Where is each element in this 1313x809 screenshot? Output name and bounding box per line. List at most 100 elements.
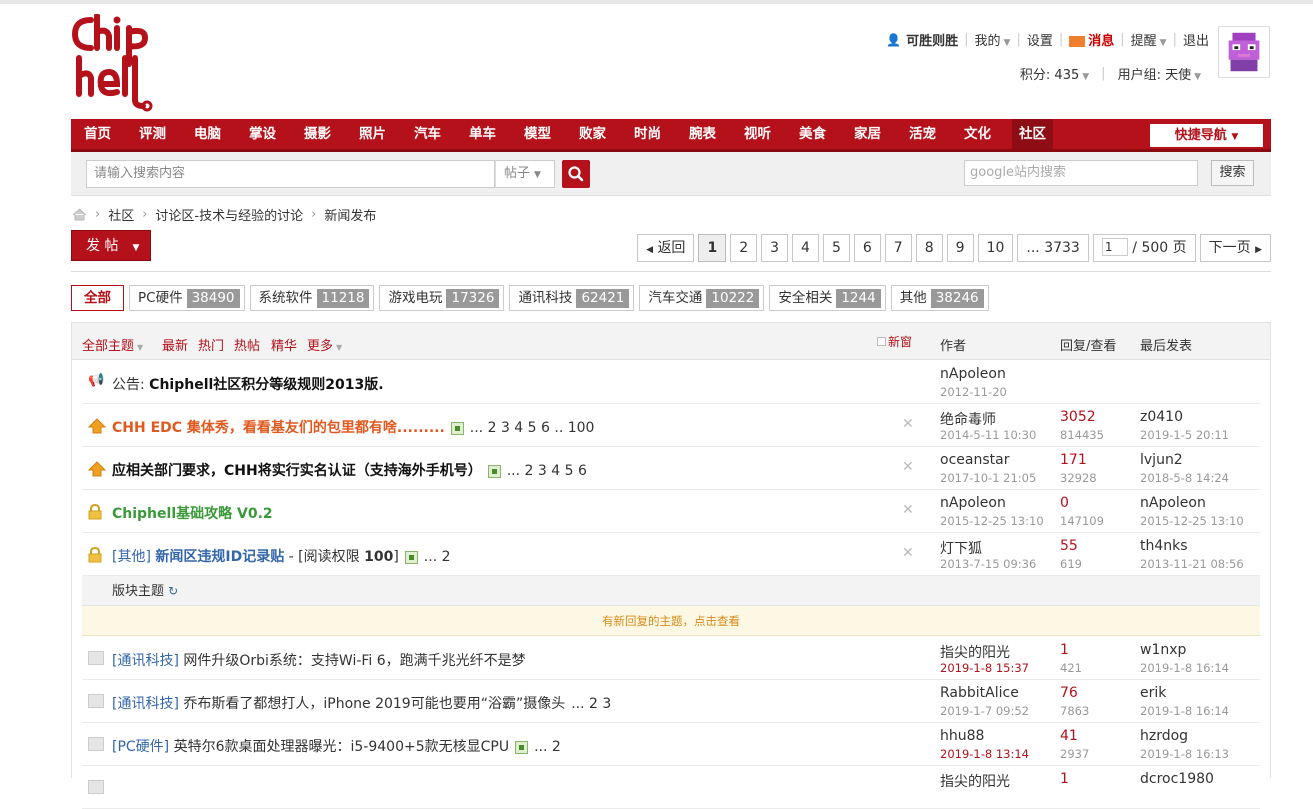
- breadcrumb-community[interactable]: 社区: [108, 205, 134, 224]
- google-search-button[interactable]: 搜索: [1211, 160, 1254, 186]
- category-tab[interactable]: 通讯科技 62421: [509, 285, 635, 311]
- nav-item[interactable]: 评测: [132, 119, 173, 149]
- thread-author[interactable]: 灯下狐: [940, 538, 982, 558]
- thread-author[interactable]: 指尖的阳光: [940, 771, 1010, 791]
- google-search-input[interactable]: google站内搜索: [964, 160, 1198, 186]
- filter-more[interactable]: 更多 ▼: [307, 335, 342, 354]
- thread-author[interactable]: RabbitAlice: [940, 685, 1019, 701]
- chiphell-logo[interactable]: [71, 14, 155, 112]
- nav-item[interactable]: 模型: [517, 119, 558, 149]
- next-page-button[interactable]: 下一页 ▶: [1199, 234, 1271, 262]
- my-menu[interactable]: 我的 ▼: [975, 30, 1011, 49]
- category-tab[interactable]: 汽车交通 10222: [639, 285, 765, 311]
- nav-item[interactable]: 时尚: [627, 119, 668, 149]
- thread-pages[interactable]: ... 2 3 4 5 6: [507, 463, 587, 479]
- thread-author[interactable]: oceanstar: [940, 452, 1009, 468]
- thread-title[interactable]: 新闻区违规ID记录贴: [155, 549, 284, 565]
- category-tab[interactable]: 全部: [71, 285, 124, 311]
- filter-all-topics[interactable]: 全部主题 ▼: [82, 335, 143, 354]
- filter-hotpost[interactable]: 热帖: [234, 335, 260, 354]
- logout-link[interactable]: 退出: [1183, 30, 1209, 49]
- thread-replies[interactable]: 3052: [1060, 409, 1096, 425]
- nav-item[interactable]: 文化: [957, 119, 998, 149]
- thread-replies[interactable]: 55: [1060, 538, 1078, 554]
- close-icon[interactable]: ✕: [902, 416, 914, 432]
- breadcrumb-news[interactable]: 新闻发布: [324, 205, 376, 224]
- page-input[interactable]: 1: [1101, 237, 1128, 256]
- category-tab[interactable]: PC硬件 38490: [129, 285, 245, 311]
- search-button[interactable]: [562, 160, 590, 188]
- checkbox[interactable]: [877, 337, 886, 346]
- settings-link[interactable]: 设置: [1027, 30, 1053, 49]
- thread-tag[interactable]: [通讯科技]: [112, 696, 183, 712]
- thread-replies[interactable]: 1: [1060, 642, 1069, 658]
- thread-pages[interactable]: ... 2 3: [571, 696, 611, 712]
- page-link[interactable]: 4: [792, 234, 819, 262]
- thread-replies[interactable]: 41: [1060, 728, 1078, 744]
- breadcrumb-discussion[interactable]: 讨论区-技术与经验的讨论: [155, 205, 303, 224]
- page-link[interactable]: 10: [977, 234, 1014, 262]
- filter-digest[interactable]: 精华: [271, 335, 297, 354]
- thread-pages[interactable]: ... 2 3 4 5 6 .. 100: [470, 420, 595, 436]
- messages-link[interactable]: 消息: [1069, 30, 1114, 49]
- thread-replies[interactable]: 1: [1060, 771, 1069, 787]
- close-icon[interactable]: ✕: [902, 545, 914, 561]
- refresh-icon[interactable]: ↻: [168, 584, 178, 598]
- search-type-select[interactable]: 帖子 ▼: [495, 160, 555, 188]
- back-button[interactable]: ◀ 返回: [637, 234, 695, 262]
- thread-title[interactable]: 英特尔6款桌面处理器曝光：i5-9400+5款无核显CPU: [174, 739, 510, 755]
- new-window-toggle[interactable]: 新窗: [877, 333, 912, 350]
- usergroup-menu[interactable]: 用户组: 天使 ▼: [1118, 64, 1201, 83]
- thread-title[interactable]: Chiphell社区积分等级规则2013版.: [149, 377, 383, 393]
- thread-title[interactable]: CHH EDC 集体秀，看看基友们的包里都有啥.........: [112, 420, 445, 436]
- category-tab[interactable]: 游戏电玩 17326: [379, 285, 505, 311]
- last-post-user[interactable]: hzrdog: [1140, 728, 1188, 744]
- category-tab[interactable]: 系统软件 11218: [249, 285, 375, 311]
- nav-item[interactable]: 美食: [792, 119, 833, 149]
- thread-author[interactable]: nApoleon: [940, 495, 1006, 511]
- quick-nav-button[interactable]: 快捷导航 ▼: [1150, 124, 1263, 147]
- last-post-user[interactable]: z0410: [1140, 409, 1183, 425]
- thread-title[interactable]: 应相关部门要求，CHH将实行实名认证（支持海外手机号）: [112, 463, 482, 479]
- page-link[interactable]: 9: [946, 234, 974, 262]
- category-tab[interactable]: 安全相关 1244: [769, 285, 886, 311]
- nav-item[interactable]: 视听: [737, 119, 778, 149]
- nav-item[interactable]: 单车: [462, 119, 503, 149]
- nav-item[interactable]: 社区: [1012, 119, 1053, 149]
- filter-latest[interactable]: 最新: [162, 335, 188, 354]
- category-tab[interactable]: 其他 38246: [890, 285, 989, 311]
- nav-item[interactable]: 家居: [847, 119, 888, 149]
- page-link[interactable]: 3: [761, 234, 789, 262]
- nav-item[interactable]: 腕表: [682, 119, 723, 149]
- last-post-user[interactable]: lvjun2: [1140, 452, 1183, 468]
- page-link[interactable]: 5: [822, 234, 850, 262]
- remind-menu[interactable]: 提醒 ▼: [1131, 30, 1167, 49]
- nav-item[interactable]: 摄影: [297, 119, 338, 149]
- thread-prefix[interactable]: [其他]: [112, 549, 155, 565]
- thread-replies[interactable]: 171: [1060, 452, 1087, 468]
- filter-hot[interactable]: 热门: [198, 335, 224, 354]
- points-menu[interactable]: 积分: 435 ▼: [1020, 64, 1089, 83]
- last-post-user[interactable]: dcroc1980: [1140, 771, 1214, 787]
- nav-item[interactable]: 电脑: [187, 119, 228, 149]
- close-icon[interactable]: ✕: [902, 459, 914, 475]
- username-link[interactable]: 可胜则胜: [906, 30, 958, 49]
- thread-replies[interactable]: 0: [1060, 495, 1069, 511]
- thread-pages[interactable]: ... 2: [534, 739, 561, 755]
- page-link[interactable]: 2: [730, 234, 758, 262]
- last-post-user[interactable]: nApoleon: [1140, 495, 1206, 511]
- page-link[interactable]: 1: [698, 234, 727, 262]
- nav-item[interactable]: 掌设: [242, 119, 283, 149]
- last-post-user[interactable]: erik: [1140, 685, 1166, 701]
- thread-author[interactable]: 指尖的阳光: [940, 642, 1010, 662]
- page-link[interactable]: 8: [915, 234, 943, 262]
- search-input[interactable]: 请输入搜索内容: [86, 160, 495, 188]
- nav-item[interactable]: 败家: [572, 119, 613, 149]
- page-link[interactable]: 6: [853, 234, 881, 262]
- page-link[interactable]: 7: [884, 234, 912, 262]
- new-replies-notice[interactable]: 有新回复的主题，点击查看: [82, 606, 1260, 636]
- thread-tag[interactable]: [PC硬件]: [112, 739, 174, 755]
- thread-author[interactable]: 绝命毒师: [940, 409, 996, 429]
- nav-item[interactable]: 照片: [352, 119, 393, 149]
- nav-item[interactable]: 首页: [77, 119, 118, 149]
